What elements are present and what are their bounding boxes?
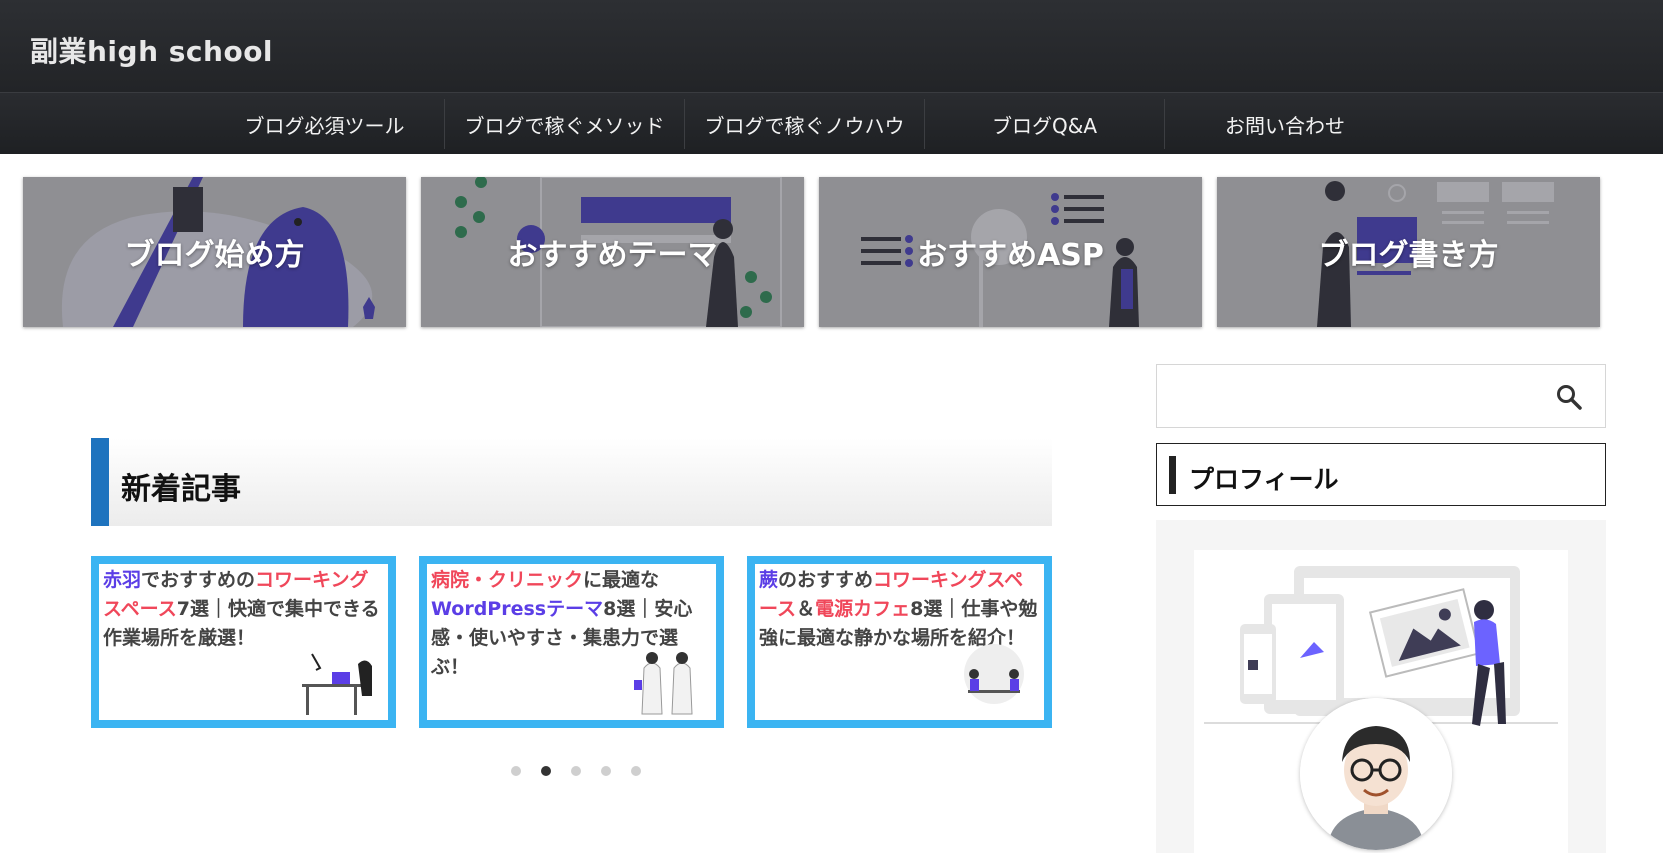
slide-title: 蕨のおすすめコワーキングスペース＆電源カフェ8選｜仕事や勉強に最適な静かな場所を… [755, 564, 1044, 655]
category-card-recommended-themes[interactable]: おすすめテーマ [421, 177, 804, 327]
slide-title-highlight: 電源カフェ [815, 598, 911, 620]
category-label: ブログ書き方 [1318, 238, 1499, 273]
site-title-link[interactable]: 副業high school [30, 30, 273, 70]
carousel-dot[interactable] [511, 766, 521, 776]
slide-title: 赤羽でおすすめのコワーキングスペース7選｜快適で集中できる作業場所を厳選！ [99, 564, 388, 655]
carousel-dot[interactable] [601, 766, 611, 776]
nav-item-blog-method[interactable]: ブログで稼ぐメソッド [445, 99, 685, 149]
carousel-dot[interactable] [571, 766, 581, 776]
meeting-illustration [964, 644, 1024, 704]
slide-title-highlight: 赤羽 [103, 569, 142, 591]
carousel-slide[interactable]: 赤羽でおすすめのコワーキングスペース7選｜快適で集中できる作業場所を厳選！ [91, 556, 396, 728]
slide-title-highlight: 病院・クリニック [431, 569, 584, 591]
slide-title-text: でおすすめの [141, 569, 256, 591]
carousel-slide[interactable]: 病院・クリニックに最適なWordPressテーマ8選｜安心感・使いやすさ・集患力… [419, 556, 724, 728]
category-label: おすすめテーマ [507, 238, 718, 273]
category-label: ブログ始め方 [124, 238, 305, 273]
profile-heading: プロフィール [1156, 443, 1606, 506]
slide-title-highlight: WordPressテーマ [431, 598, 604, 620]
slide-title-highlight: 蕨 [759, 569, 779, 591]
avatar-portrait-illustration [1300, 698, 1452, 850]
carousel-dot[interactable] [631, 766, 641, 776]
carousel-slide[interactable]: 蕨のおすすめコワーキングスペース＆電源カフェ8選｜仕事や勉強に最適な静かな場所を… [747, 556, 1052, 728]
slide-title-text: ＆ [796, 598, 816, 620]
new-articles-heading: 新着記事 [91, 438, 1052, 526]
category-card-recommended-asp[interactable]: おすすめASP [819, 177, 1202, 327]
category-card-how-to-write[interactable]: ブログ書き方 [1217, 177, 1600, 327]
nav-item-contact[interactable]: お問い合わせ [1165, 99, 1405, 149]
carousel-dot[interactable] [541, 766, 551, 776]
profile-avatar [1300, 698, 1452, 850]
category-card-start-blog[interactable]: ブログ始め方 [23, 177, 406, 327]
heading-accent-bar [1169, 456, 1176, 494]
carousel-pagination [511, 766, 641, 778]
search-icon[interactable] [1555, 383, 1583, 411]
search-input[interactable] [1157, 365, 1527, 427]
category-label: おすすめASP [917, 238, 1104, 273]
slide-title-text: のおすすめ [778, 569, 874, 591]
slide-title-text: に最適な [583, 569, 660, 591]
nav-item-blog-knowhow[interactable]: ブログで稼ぐノウハウ [685, 99, 925, 149]
desk-worker-illustration [302, 653, 372, 715]
global-nav: ブログ必須ツール ブログで稼ぐメソッド ブログで稼ぐノウハウ ブログQ&A お問… [0, 92, 1663, 154]
doctors-illustration [634, 652, 693, 715]
site-header: 副業high school [0, 0, 1663, 92]
nav-item-blog-qa[interactable]: ブログQ&A [925, 99, 1165, 149]
sidebar-search [1156, 364, 1606, 428]
nav-item-blog-tools[interactable]: ブログ必須ツール [205, 99, 445, 149]
profile-heading-text: プロフィール [1189, 465, 1339, 494]
section-heading-text: 新着記事 [121, 472, 241, 507]
